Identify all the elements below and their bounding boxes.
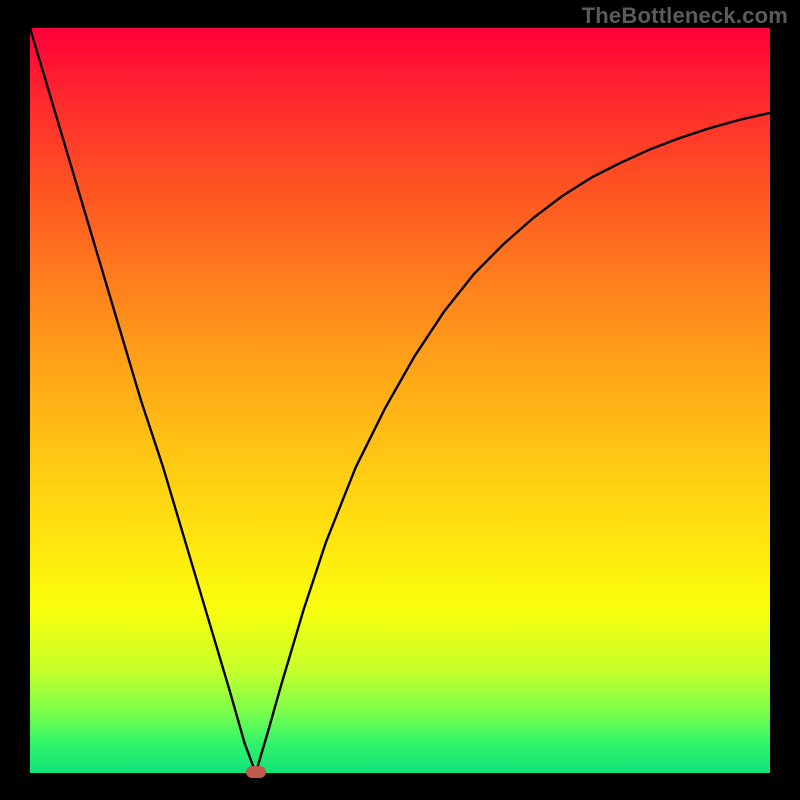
watermark-text: TheBottleneck.com [582, 4, 788, 28]
minimum-marker [246, 766, 266, 778]
plot-area [30, 28, 770, 773]
chart-container: TheBottleneck.com [0, 0, 800, 800]
curve-svg [30, 28, 770, 773]
bottleneck-curve [30, 28, 770, 773]
